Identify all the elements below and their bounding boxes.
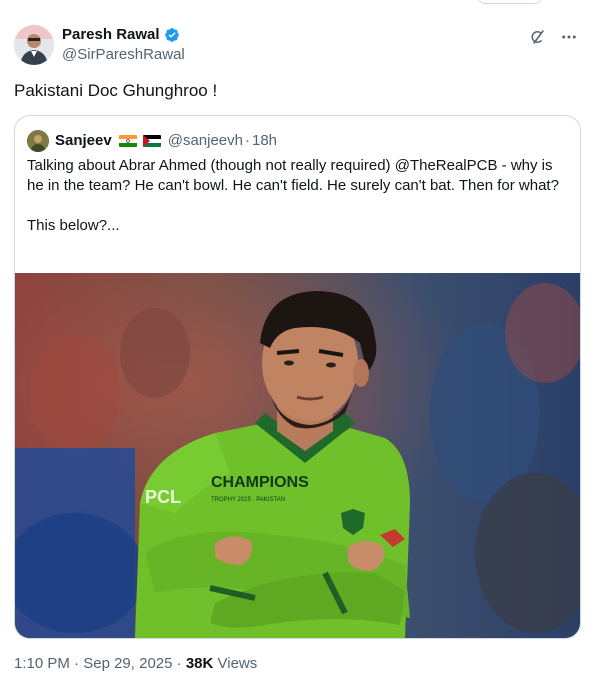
jersey-text: CHAMPIONS <box>211 474 309 491</box>
tweet-date[interactable]: Sep 29, 2025 <box>83 655 172 672</box>
author-handle[interactable]: @SirPareshRawal <box>62 46 185 64</box>
views-label: Views <box>217 655 258 672</box>
quoted-avatar-photo <box>27 130 49 152</box>
quoted-author-name[interactable]: Sanjeev <box>55 131 112 151</box>
india-flag-icon <box>118 135 137 147</box>
quoted-tweet-body: Talking about Abrar Ahmed (though not re… <box>27 156 567 236</box>
quoted-author-avatar[interactable] <box>27 130 49 152</box>
top-button-stub[interactable] <box>478 0 542 4</box>
meta-separator: · <box>74 655 80 672</box>
author-avatar[interactable] <box>14 25 54 65</box>
views-count: 38K <box>185 655 214 672</box>
more-horizontal-icon[interactable] <box>560 28 578 46</box>
quoted-tweet-image[interactable]: CHAMPIONS TROPHY 2025 · PAKISTAN PCL <box>15 273 580 638</box>
quoted-tweet-card[interactable]: Sanjeev @sanjeevh · 18h Talking about Ab… <box>14 115 581 639</box>
tweet-header: Paresh Rawal @SirPareshRawal <box>14 24 578 68</box>
quoted-tweet-time[interactable]: 18h <box>252 131 277 151</box>
header-actions <box>528 28 578 46</box>
quoted-tweet-text-2: This below?... <box>27 217 120 234</box>
quoted-tweet-text-1: Talking about Abrar Ahmed (though not re… <box>27 157 559 194</box>
grok-icon[interactable] <box>528 28 546 46</box>
palestine-flag-icon <box>142 135 161 147</box>
quoted-author-handle[interactable]: @sanjeevh <box>168 131 243 151</box>
quoted-tweet-header: Sanjeev @sanjeevh · 18h <box>27 130 277 152</box>
verified-badge-icon <box>164 28 179 42</box>
author-name[interactable]: Paresh Rawal <box>62 26 180 44</box>
cricketer-photo: CHAMPIONS TROPHY 2025 · PAKISTAN PCL <box>15 273 580 638</box>
separator-dot: · <box>245 132 250 149</box>
tweet-meta: 1:10 PM · Sep 29, 2025 · 38K Views <box>14 654 257 674</box>
jersey-subtext: TROPHY 2025 · PAKISTAN <box>211 497 285 503</box>
tweet-time[interactable]: 1:10 PM <box>14 655 70 672</box>
profile-photo <box>14 25 54 65</box>
meta-separator-2: · <box>176 655 182 672</box>
sponsor-text: PCL <box>145 487 181 507</box>
tweet-text: Pakistani Doc Ghunghroo ! <box>14 81 218 100</box>
author-name-text: Paresh Rawal <box>62 26 160 43</box>
